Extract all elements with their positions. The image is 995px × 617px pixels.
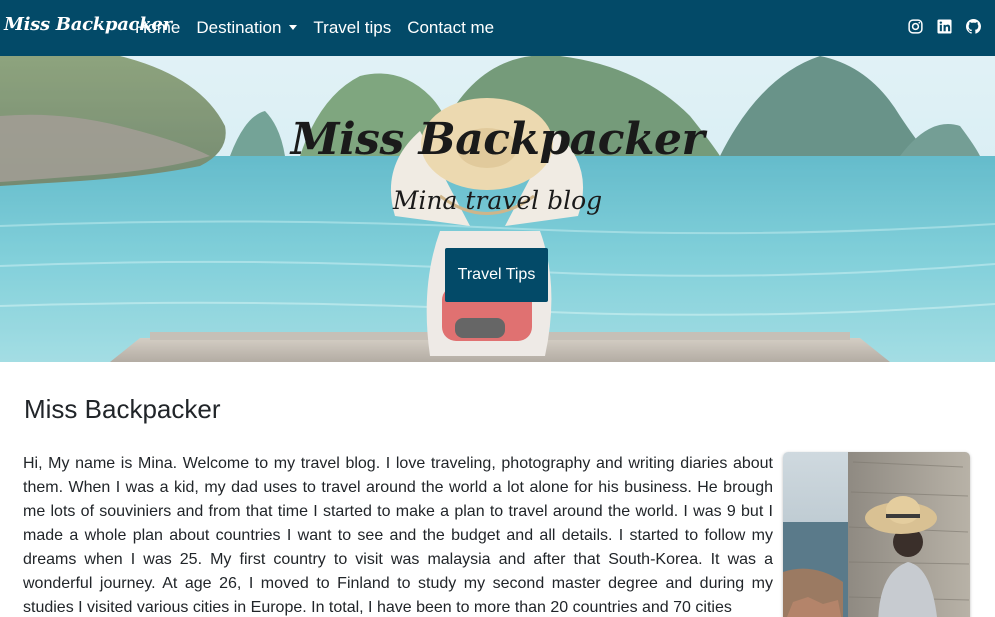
instagram-icon[interactable] [908,19,923,34]
nav-destination-label: Destination [196,18,282,37]
section-heading: Miss Backpacker [24,394,221,424]
github-icon[interactable] [966,19,981,34]
nav-links: Home Destination Travel tips Contact me [135,0,510,56]
intro-paragraph: Hi, My name is Mina. Welcome to my trave… [23,455,773,616]
travel-tips-button[interactable]: Travel Tips [445,248,548,302]
nav-contact-link[interactable]: Contact me [407,18,494,38]
profile-photo [783,452,970,617]
linkedin-icon[interactable] [937,19,952,34]
navbar: Miss Backpacker Home Destination Travel … [0,0,995,56]
nav-destination-dropdown[interactable]: Destination [196,18,298,38]
caret-down-icon [289,25,298,31]
nav-home-link[interactable]: Home [135,18,180,38]
hero-subtitle: Mina travel blog [392,186,603,215]
nav-travel-tips-link[interactable]: Travel tips [313,18,391,38]
social-links [908,19,981,34]
hero-title: Miss Backpacker [290,114,705,165]
hero-banner: Miss Backpacker Mina travel blog Travel … [0,56,995,362]
